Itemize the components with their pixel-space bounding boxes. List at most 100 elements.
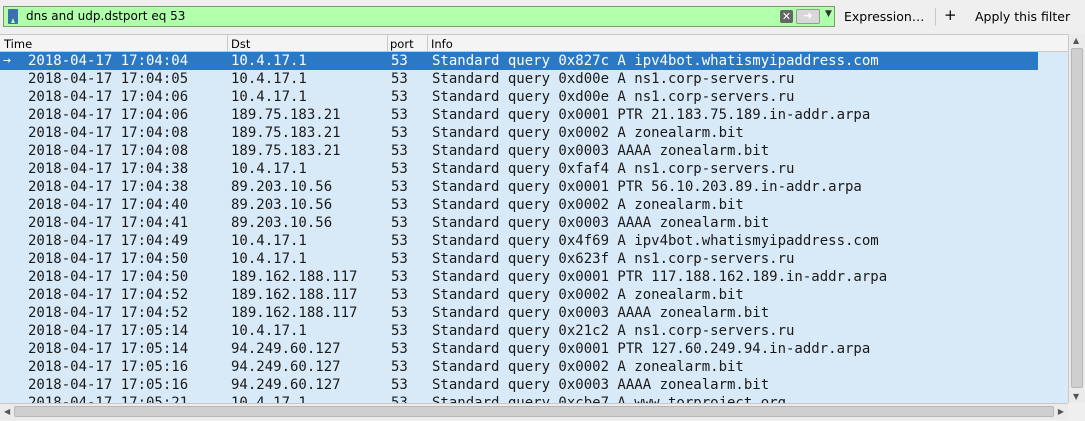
cell-info: Standard query 0x0003 AAAA zonealarm.bit xyxy=(432,305,770,321)
table-row[interactable]: 2018-04-17 17:04:50 10.4.17.1 53 Standard q… xyxy=(0,250,1038,268)
table-row[interactable]: 2018-04-17 17:05:16 94.249.60.127 53 Standa… xyxy=(0,376,1038,394)
apply-filter-button[interactable]: Apply this filter xyxy=(975,9,1070,24)
cell-port: 53 xyxy=(391,287,408,303)
cell-time: 2018-04-17 17:04:08 xyxy=(28,143,189,159)
table-row[interactable]: 2018-04-17 17:05:21 10.4.17.1 53 Standard q… xyxy=(0,394,1038,403)
column-divider[interactable] xyxy=(427,35,428,52)
cell-port: 53 xyxy=(391,305,408,321)
cell-time: 2018-04-17 17:04:06 xyxy=(28,107,189,123)
cell-time: 2018-04-17 17:04:04 xyxy=(28,53,189,69)
table-row[interactable]: 2018-04-17 17:04:41 89.203.10.56 53 Standar… xyxy=(0,214,1038,232)
cell-time: 2018-04-17 17:04:50 xyxy=(28,269,189,285)
cell-port: 53 xyxy=(391,215,408,231)
cell-port: 53 xyxy=(391,161,408,177)
clear-filter-icon[interactable]: ✕ xyxy=(780,10,793,23)
display-filter-text[interactable]: dns and udp.dstport eq 53 xyxy=(26,9,185,23)
table-row[interactable]: 2018-04-17 17:04:06 189.75.183.21 53 Standa… xyxy=(0,106,1038,124)
cell-port: 53 xyxy=(391,359,408,375)
cell-info: Standard query 0xfaf4 A ns1.corp-servers… xyxy=(432,161,795,177)
cell-info: Standard query 0xd00e A ns1.corp-servers… xyxy=(432,89,795,105)
bookmark-icon[interactable] xyxy=(8,9,18,24)
cell-port: 53 xyxy=(391,377,408,393)
cell-port: 53 xyxy=(391,395,408,403)
table-row[interactable]: 2018-04-17 17:04:40 89.203.10.56 53 Standar… xyxy=(0,196,1038,214)
cell-time: 2018-04-17 17:05:16 xyxy=(28,377,189,393)
cell-port: 53 xyxy=(391,269,408,285)
cell-info: Standard query 0x0002 A zonealarm.bit xyxy=(432,287,744,303)
apply-arrow-button[interactable]: ➜ xyxy=(796,9,820,24)
cell-time: 2018-04-17 17:04:52 xyxy=(28,305,189,321)
packet-rows: → 2018-04-17 17:04:04 10.4.17.1 53 Standard … xyxy=(0,52,1068,403)
chevron-down-icon[interactable]: ▼ xyxy=(825,9,832,19)
horizontal-scrollbar[interactable]: ◀ ▶ xyxy=(0,403,1068,420)
column-header-time[interactable]: Time xyxy=(4,37,32,51)
table-row[interactable]: 2018-04-17 17:04:38 89.203.10.56 53 Standar… xyxy=(0,178,1038,196)
cell-port: 53 xyxy=(391,197,408,213)
column-header-dst[interactable]: Dst xyxy=(231,37,250,51)
cell-info: Standard query 0x0002 A zonealarm.bit xyxy=(432,359,744,375)
table-row[interactable]: 2018-04-17 17:04:08 189.75.183.21 53 Standa… xyxy=(0,142,1038,160)
cell-dst: 189.75.183.21 xyxy=(231,143,341,159)
cell-port: 53 xyxy=(391,233,408,249)
cell-dst: 10.4.17.1 xyxy=(231,53,307,69)
vertical-scrollbar[interactable]: ▲ ▼ xyxy=(1068,34,1085,403)
table-row[interactable]: 2018-04-17 17:04:06 10.4.17.1 53 Standard q… xyxy=(0,88,1038,106)
selected-packet-arrow-icon: → xyxy=(3,53,11,68)
cell-info: Standard query 0x0002 A zonealarm.bit xyxy=(432,125,744,141)
packet-list-header: Time Dst port Info xyxy=(0,34,1068,52)
column-divider[interactable] xyxy=(387,35,388,52)
cell-dst: 10.4.17.1 xyxy=(231,89,307,105)
table-row[interactable]: → 2018-04-17 17:04:04 10.4.17.1 53 Standard … xyxy=(0,52,1038,70)
table-row[interactable]: 2018-04-17 17:04:49 10.4.17.1 53 Standard q… xyxy=(0,232,1038,250)
cell-port: 53 xyxy=(391,125,408,141)
cell-info: Standard query 0x0001 PTR 117.188.162.18… xyxy=(432,269,888,285)
table-row[interactable]: 2018-04-17 17:04:52 189.162.188.117 53 Stan… xyxy=(0,286,1038,304)
cell-info: Standard query 0x0001 PTR 127.60.249.94.… xyxy=(432,341,871,357)
cell-dst: 10.4.17.1 xyxy=(231,395,307,403)
cell-info: Standard query 0x0002 A zonealarm.bit xyxy=(432,197,744,213)
scroll-down-icon[interactable]: ▼ xyxy=(1073,392,1079,401)
table-row[interactable]: 2018-04-17 17:05:14 10.4.17.1 53 Standard q… xyxy=(0,322,1038,340)
display-filter-input[interactable]: dns and udp.dstport eq 53 ✕ ➜ ▼ xyxy=(3,6,835,27)
table-row[interactable]: 2018-04-17 17:05:16 94.249.60.127 53 Standa… xyxy=(0,358,1038,376)
column-divider[interactable] xyxy=(227,35,228,52)
cell-time: 2018-04-17 17:04:41 xyxy=(28,215,189,231)
cell-time: 2018-04-17 17:05:14 xyxy=(28,323,189,339)
column-header-info[interactable]: Info xyxy=(431,37,453,51)
cell-port: 53 xyxy=(391,89,408,105)
expression-button[interactable]: Expression… xyxy=(844,9,924,24)
cell-info: Standard query 0x4f69 A ipv4bot.whatismy… xyxy=(432,233,879,249)
scroll-right-icon[interactable]: ▶ xyxy=(1058,407,1064,416)
scroll-left-icon[interactable]: ◀ xyxy=(4,407,10,416)
cell-dst: 94.249.60.127 xyxy=(231,341,341,357)
table-row[interactable]: 2018-04-17 17:05:14 94.249.60.127 53 Standa… xyxy=(0,340,1038,358)
table-row[interactable]: 2018-04-17 17:04:05 10.4.17.1 53 Standard q… xyxy=(0,70,1038,88)
table-row[interactable]: 2018-04-17 17:04:50 189.162.188.117 53 Stan… xyxy=(0,268,1038,286)
table-row[interactable]: 2018-04-17 17:04:52 189.162.188.117 53 Stan… xyxy=(0,304,1038,322)
cell-time: 2018-04-17 17:04:52 xyxy=(28,287,189,303)
cell-dst: 89.203.10.56 xyxy=(231,215,333,231)
cell-port: 53 xyxy=(391,107,408,123)
table-row[interactable]: 2018-04-17 17:04:08 189.75.183.21 53 Standa… xyxy=(0,124,1038,142)
column-header-port[interactable]: port xyxy=(390,37,414,51)
add-filter-button[interactable]: + xyxy=(944,6,957,24)
cell-time: 2018-04-17 17:04:50 xyxy=(28,251,189,267)
cell-time: 2018-04-17 17:04:40 xyxy=(28,197,189,213)
cell-info: Standard query 0x0003 AAAA zonealarm.bit xyxy=(432,143,770,159)
display-filter-toolbar: dns and udp.dstport eq 53 ✕ ➜ ▼ Expressi… xyxy=(0,0,1085,34)
cell-dst: 10.4.17.1 xyxy=(231,71,307,87)
cell-port: 53 xyxy=(391,323,408,339)
scroll-up-icon[interactable]: ▲ xyxy=(1073,36,1079,45)
cell-dst: 94.249.60.127 xyxy=(231,377,341,393)
cell-port: 53 xyxy=(391,143,408,159)
cell-time: 2018-04-17 17:04:06 xyxy=(28,89,189,105)
cell-time: 2018-04-17 17:04:38 xyxy=(28,179,189,195)
cell-info: Standard query 0x827c A ipv4bot.whatismy… xyxy=(432,53,879,69)
horizontal-scroll-thumb[interactable] xyxy=(14,406,1054,417)
vertical-scroll-thumb[interactable] xyxy=(1071,48,1083,388)
cell-dst: 10.4.17.1 xyxy=(231,251,307,267)
cell-time: 2018-04-17 17:05:14 xyxy=(28,341,189,357)
table-row[interactable]: 2018-04-17 17:04:38 10.4.17.1 53 Standard q… xyxy=(0,160,1038,178)
cell-dst: 10.4.17.1 xyxy=(231,161,307,177)
cell-port: 53 xyxy=(391,251,408,267)
